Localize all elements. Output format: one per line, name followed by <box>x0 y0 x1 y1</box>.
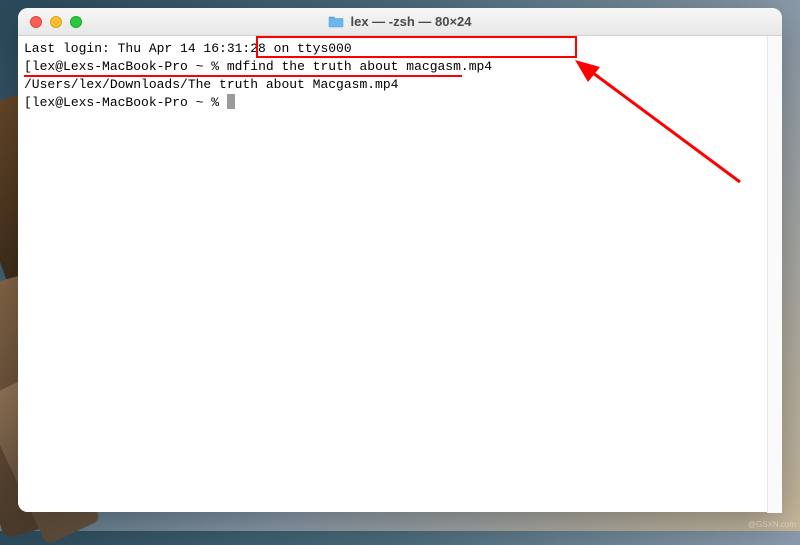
folder-icon <box>328 15 344 28</box>
terminal-body[interactable]: Last login: Thu Apr 14 16:31:28 on ttys0… <box>18 36 782 512</box>
command-text: mdfind the truth about macgasm.mp4 <box>227 59 492 74</box>
prompt: lex@Lexs-MacBook-Pro ~ % <box>32 59 227 74</box>
traffic-lights <box>18 16 82 28</box>
terminal-line-prompt: [lex@Lexs-MacBook-Pro ~ % ] <box>24 94 776 112</box>
cursor <box>227 94 235 109</box>
close-button[interactable] <box>30 16 42 28</box>
window-title: lex — -zsh — 80×24 <box>350 14 471 29</box>
minimize-button[interactable] <box>50 16 62 28</box>
terminal-line-command: [lex@Lexs-MacBook-Pro ~ % mdfind the tru… <box>24 58 776 76</box>
terminal-line-login: Last login: Thu Apr 14 16:31:28 on ttys0… <box>24 40 776 58</box>
maximize-button[interactable] <box>70 16 82 28</box>
watermark: @GSXN.com <box>748 520 796 529</box>
titlebar: lex — -zsh — 80×24 <box>18 8 782 36</box>
prompt: lex@Lexs-MacBook-Pro ~ % <box>32 95 227 110</box>
scrollbar[interactable] <box>767 36 782 513</box>
window-title-area: lex — -zsh — 80×24 <box>328 14 471 29</box>
prompt-bracket: [ <box>24 59 32 74</box>
terminal-line-output: /Users/lex/Downloads/The truth about Mac… <box>24 76 776 94</box>
terminal-window: lex — -zsh — 80×24 Last login: Thu Apr 1… <box>18 8 782 512</box>
prompt-bracket: [ <box>24 95 32 110</box>
